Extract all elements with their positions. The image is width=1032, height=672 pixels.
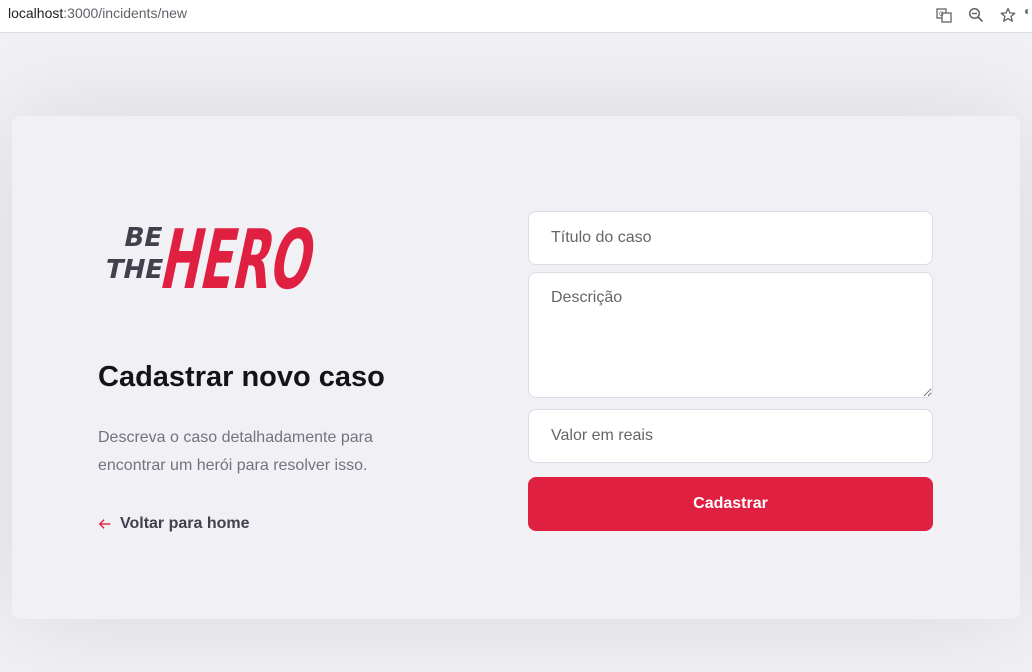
url-path: :3000/incidents/new	[63, 5, 188, 21]
new-incident-card: BE THE HERO Cadastrar novo caso Descreva…	[12, 116, 1020, 619]
star-icon[interactable]	[992, 4, 1024, 26]
arrow-left-icon	[98, 519, 111, 529]
logo-line-be: BE	[121, 223, 165, 253]
incident-form: Cadastrar	[528, 211, 933, 531]
zoom-out-icon[interactable]	[960, 4, 992, 26]
browser-actions: G ◐	[928, 4, 1032, 26]
translate-icon[interactable]: G	[928, 4, 960, 26]
back-link-label: Voltar para home	[120, 515, 250, 532]
url-field[interactable]: localhost:3000/incidents/new	[8, 5, 187, 21]
back-to-home-link[interactable]: Voltar para home	[98, 515, 428, 533]
title-input[interactable]	[528, 211, 933, 265]
value-input[interactable]	[528, 409, 933, 463]
url-host: localhost	[8, 5, 64, 21]
svg-text:G: G	[939, 11, 944, 18]
intro-section: BE THE HERO Cadastrar novo caso Descreva…	[98, 202, 428, 533]
be-the-hero-logo: BE THE HERO	[102, 212, 324, 300]
browser-address-bar: localhost:3000/incidents/new G ◐	[0, 0, 1032, 33]
page-title: Cadastrar novo caso	[98, 361, 385, 393]
description-textarea[interactable]	[528, 272, 933, 398]
logo-line-the: THE	[102, 255, 166, 285]
page-description: Descreva o caso detalhadamente para enco…	[98, 429, 373, 474]
logo-word-hero: HERO	[154, 212, 324, 300]
submit-button[interactable]: Cadastrar	[528, 477, 933, 531]
extension-icon[interactable]: ◐	[1024, 4, 1032, 26]
